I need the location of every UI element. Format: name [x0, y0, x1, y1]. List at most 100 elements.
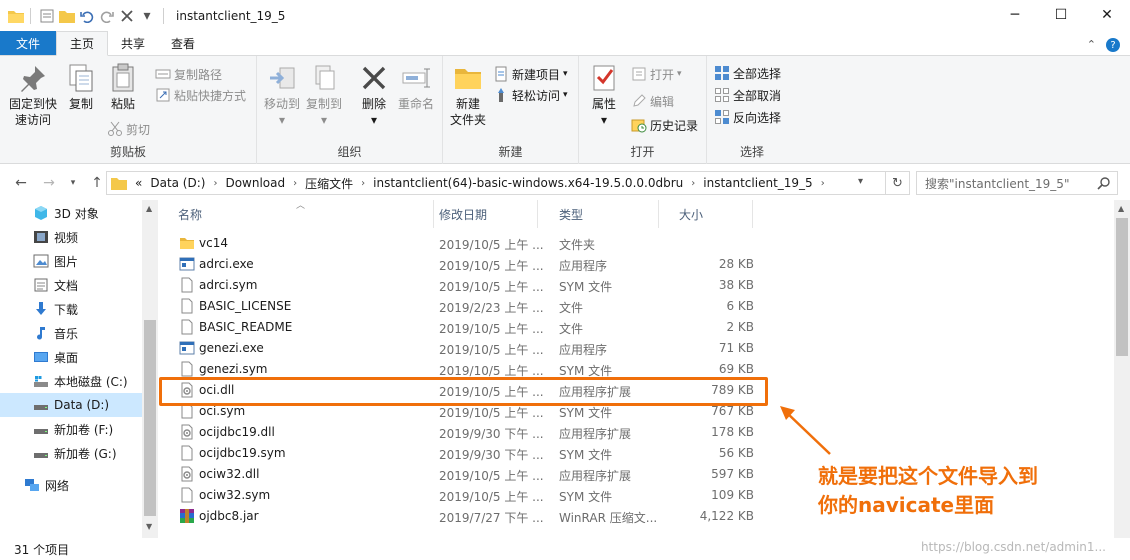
nav-item-downloads[interactable]: 下载	[0, 297, 142, 321]
tab-home[interactable]: 主页	[56, 31, 109, 56]
nav-item-pictures[interactable]: 图片	[0, 249, 142, 273]
address-bar[interactable]: « Data (D:) › Download › 压缩文件 › instantc…	[106, 171, 886, 195]
nav-item-drive-f[interactable]: 新加卷 (F:)	[0, 417, 142, 441]
tab-view[interactable]: 查看	[158, 31, 208, 55]
easy-access-button[interactable]: 轻松访问 ▾	[493, 85, 568, 105]
file-name: adrci.sym	[199, 278, 258, 292]
address-overflow[interactable]: «	[135, 176, 142, 190]
file-row-basic-license[interactable]: BASIC_LICENSE 2019/2/23 上午 ... 文件 6 KB	[174, 296, 754, 317]
file-date: 2019/2/23 上午 ...	[439, 301, 544, 315]
nav-scroll-thumb[interactable]	[144, 320, 156, 516]
nav-item-video[interactable]: 视频	[0, 225, 142, 249]
file-row-vc14[interactable]: vc14 2019/10/5 上午 ... 文件夹	[174, 233, 754, 254]
list-scroll-up-icon[interactable]: ▲	[1118, 204, 1124, 213]
properties-quick-icon[interactable]	[37, 6, 57, 26]
file-list-scrollbar[interactable]: ▲	[1114, 200, 1130, 538]
list-scroll-thumb[interactable]	[1116, 218, 1128, 356]
nav-item-network[interactable]: 网络	[0, 473, 142, 497]
nav-item-music[interactable]: 音乐	[0, 321, 142, 345]
address-chevron-icon[interactable]: ›	[821, 178, 825, 189]
select-all-button[interactable]: 全部选择	[714, 63, 781, 83]
nav-scroll-up-icon[interactable]: ▲	[146, 204, 152, 213]
item-count: 31 个项目	[14, 542, 70, 557]
nav-label: 图片	[54, 254, 79, 269]
address-segment-current[interactable]: instantclient_19_5	[703, 176, 812, 190]
select-none-icon	[714, 87, 730, 103]
address-segment-drive[interactable]: Data (D:)	[150, 176, 205, 190]
new-folder-button[interactable]: 新建 文件夹	[445, 62, 491, 128]
undo-icon[interactable]	[77, 6, 97, 26]
file-row-adrci-sym[interactable]: adrci.sym 2019/10/5 上午 ... SYM 文件 38 KB	[174, 275, 754, 296]
move-to-button[interactable]: 移动到 ▾	[259, 62, 305, 128]
nav-item-desktop[interactable]: 桌面	[0, 345, 142, 369]
nav-label: 新加卷 (G:)	[54, 446, 117, 461]
file-row-basic-readme[interactable]: BASIC_README 2019/10/5 上午 ... 文件 2 KB	[174, 317, 754, 338]
delete-button[interactable]: 删除 ▾	[351, 62, 397, 128]
column-header-name[interactable]: 名称	[158, 200, 434, 228]
back-button[interactable]: ←	[10, 172, 32, 194]
maximize-button[interactable]: ☐	[1038, 0, 1084, 30]
tab-file[interactable]: 文件	[0, 31, 57, 55]
collapse-ribbon-icon[interactable]: ⌃	[1087, 38, 1096, 52]
address-chevron-icon[interactable]: ›	[213, 178, 217, 189]
address-chevron-icon[interactable]: ›	[691, 178, 695, 189]
address-segment-download[interactable]: Download	[225, 176, 285, 190]
file-row-ojdbc8-jar[interactable]: ojdbc8.jar 2019/7/27 下午 ... WinRAR 压缩文... 4…	[174, 506, 754, 527]
pin-quick-access-button[interactable]: 固定到快 速访问	[6, 62, 60, 128]
address-chevron-icon[interactable]: ›	[361, 178, 365, 189]
paste-shortcut-button[interactable]: 粘贴快捷方式	[155, 85, 246, 105]
nav-item-drive-g[interactable]: 新加卷 (G:)	[0, 441, 142, 465]
tab-share[interactable]: 共享	[108, 31, 158, 55]
nav-item-drive-d[interactable]: Data (D:)	[0, 393, 142, 417]
navigation-pane: 3D 对象 视频 图片 文档 下载 音乐 桌面 本地磁盘 (C:) Data (…	[0, 200, 158, 538]
column-header-size[interactable]: 大小	[659, 200, 753, 228]
recent-locations-button[interactable]: ▾	[62, 172, 84, 194]
address-segment-package[interactable]: instantclient(64)-basic-windows.x64-19.5…	[373, 176, 683, 190]
redo-icon[interactable]	[97, 6, 117, 26]
new-item-button[interactable]: 新建项目 ▾	[493, 64, 568, 84]
nav-scroll-down-icon[interactable]: ▼	[146, 522, 152, 531]
history-button[interactable]: 历史记录	[631, 115, 698, 135]
paste-button[interactable]: 粘贴	[100, 62, 146, 112]
invert-selection-button[interactable]: 反向选择	[714, 107, 781, 127]
file-row-adrci-exe[interactable]: adrci.exe 2019/10/5 上午 ... 应用程序 28 KB	[174, 254, 754, 275]
cut-button[interactable]: 剪切	[107, 119, 150, 139]
copy-to-button[interactable]: 复制到 ▾	[301, 62, 347, 128]
file-size: 2 KB	[726, 320, 754, 334]
file-row-ociw32-sym[interactable]: ociw32.sym 2019/10/5 上午 ... SYM 文件 109 KB	[174, 485, 754, 506]
column-header-date[interactable]: 修改日期	[420, 200, 538, 228]
copy-path-button[interactable]: 复制路径	[155, 64, 222, 84]
nav-item-drive-c[interactable]: 本地磁盘 (C:)	[0, 369, 142, 393]
file-row-ociw32-dll[interactable]: ociw32.dll 2019/10/5 上午 ... 应用程序扩展 597 KB	[174, 464, 754, 485]
address-chevron-icon[interactable]: ›	[293, 178, 297, 189]
file-row-ocijdbc19-dll[interactable]: ocijdbc19.dll 2019/9/30 下午 ... 应用程序扩展 178 K…	[174, 422, 754, 443]
address-segment-archive[interactable]: 压缩文件	[305, 175, 353, 192]
search-input[interactable]: 搜索"instantclient_19_5"	[916, 171, 1118, 195]
copy-button[interactable]: 复制	[58, 62, 104, 112]
paste-shortcut-label: 粘贴快捷方式	[174, 88, 247, 103]
file-row-ocijdbc19-sym[interactable]: ocijdbc19.sym 2019/9/30 下午 ... SYM 文件 56 KB	[174, 443, 754, 464]
nav-item-3d-objects[interactable]: 3D 对象	[0, 201, 142, 225]
3d-objects-icon	[33, 205, 49, 221]
minimize-button[interactable]: ─	[992, 0, 1038, 30]
nav-item-documents[interactable]: 文档	[0, 273, 142, 297]
delete-quick-icon[interactable]	[117, 6, 137, 26]
delete-x-icon	[362, 66, 386, 90]
forward-button[interactable]: →	[38, 172, 60, 194]
properties-button[interactable]: 属性 ▾	[581, 62, 627, 128]
nav-scrollbar[interactable]: ▲ ▼	[142, 200, 158, 538]
column-header-type[interactable]: 类型	[539, 200, 659, 228]
file-size: 71 KB	[718, 341, 754, 355]
select-none-button[interactable]: 全部取消	[714, 85, 781, 105]
address-history-dropdown[interactable]: ▾	[858, 176, 863, 187]
open-button[interactable]: 打开 ▾	[631, 64, 682, 84]
help-icon[interactable]: ?	[1106, 38, 1120, 52]
new-folder-quick-icon[interactable]	[57, 6, 77, 26]
close-button[interactable]: ✕	[1084, 0, 1130, 30]
refresh-button[interactable]: ↻	[886, 171, 910, 195]
rename-button[interactable]: 重命名	[393, 62, 439, 112]
edit-button[interactable]: 编辑	[631, 91, 674, 111]
customize-quick-access-icon[interactable]: ▾	[137, 6, 157, 26]
up-button[interactable]: ↑	[86, 172, 108, 194]
file-row-genezi-exe[interactable]: genezi.exe 2019/10/5 上午 ... 应用程序 71 KB	[174, 338, 754, 359]
